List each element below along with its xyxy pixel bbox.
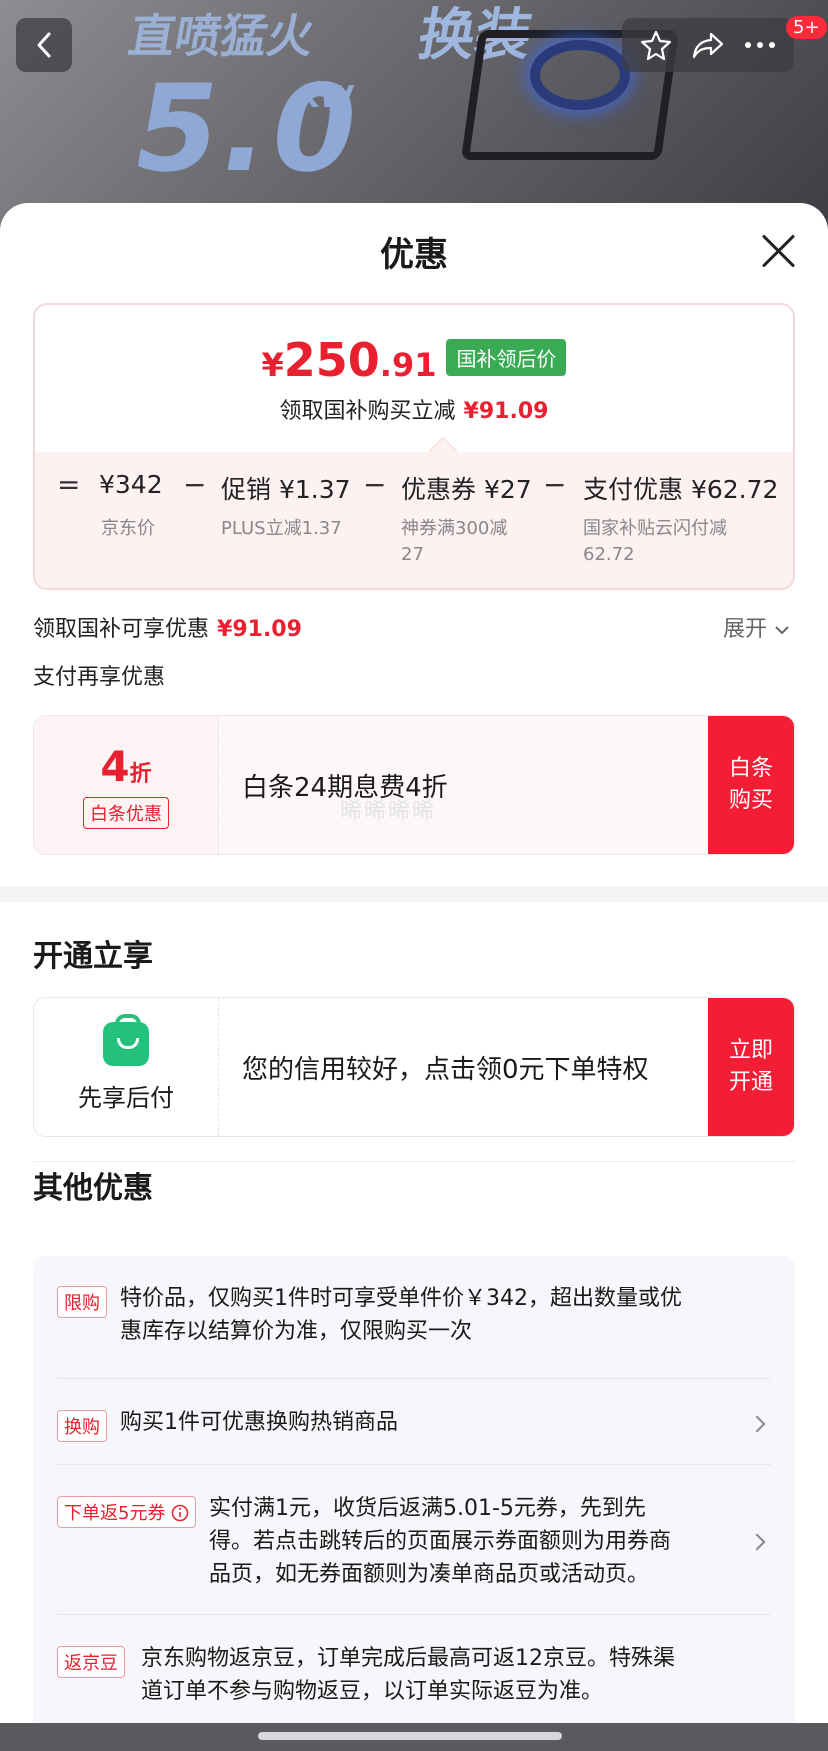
discount-number: 4 [100,741,130,791]
subsidy-price-tag: 国补领后价 [446,339,567,376]
subsidy-reduction-label: 领取国补购买立减 [279,399,456,424]
jd-bean-text-line1: 京东购物返京豆，订单完成后最高可返12京豆。特殊渠 [141,1646,675,1671]
promo-discount-label: PLUS立减1.37 [221,518,342,539]
home-indicator[interactable] [258,1732,562,1740]
jd-bean-text: 京东购物返京豆，订单完成后最高可返12京豆。特殊渠 道订单不参与购物返豆，以订单… [141,1642,675,1708]
coupon-return-text-line3: 品页，如无券面额则为凑单商品页或活动页。 [209,1562,650,1587]
payment-discount-label-line1: 国家补贴云闪付减 [583,518,727,539]
chevron-right-icon [748,1533,766,1551]
pay-later-card: 先享后付 您的信用较好，点击领0元下单特权 立即开通 [33,997,795,1137]
limit-text-line1: 特价品，仅购买1件时可享受单件价￥342，超出数量或优 [120,1286,682,1311]
subsidy-summary-label: 领取国补可享优惠 [33,617,210,642]
pay-section-label: 支付再享优惠 [33,665,166,690]
minus-sign: − [543,468,567,501]
jd-price: ¥342 [99,470,163,499]
stove-flame-image [530,40,630,110]
price-decimal: .91 [379,346,437,384]
price-formula: = ¥342 京东价 − 促销 ¥1.37 PLUS立减1.37 − 优惠券 ¥… [35,452,793,588]
jd-bean-text-line2: 道订单不参与购物返豆，以订单实际返豆为准。 [141,1679,604,1704]
section-separator-band [0,886,828,902]
chevron-down-icon [775,626,789,635]
baitiao-buy-button[interactable]: 白条购买 [708,716,794,854]
coupon-discount-label: 神券满300减 27 [401,516,507,568]
minus-sign: − [183,468,207,501]
coupon-return-text-line2: 得。若点击跳转后的页面展示券面额则为用券商 [209,1529,672,1554]
coupon-discount-label-line1: 神券满300减 [401,518,508,539]
baitiao-desc: 白条24期息费4折 [220,716,710,854]
payment-discount-label: 国家补贴云闪付减 62.72 [583,516,727,568]
open-section-title: 开通立享 [33,939,153,974]
price-integer: 250 [283,333,380,387]
list-item[interactable]: 下单返5元券 实付满1元，收货后返满5.01-5元券，先到先 得。若点击跳转后的… [57,1492,767,1596]
payment-discount-label-line2: 62.72 [583,544,635,565]
expand-label: 展开 [723,617,768,642]
divider [57,1378,771,1379]
share-icon[interactable] [691,30,725,60]
divider [57,1464,771,1465]
baitiao-discount-badge: 4折 白条优惠 [34,716,219,854]
expand-button[interactable]: 展开 [723,611,790,643]
limit-text: 特价品，仅购买1件时可享受单件价￥342，超出数量或优 惠库存以结算价为准，仅限… [120,1282,682,1348]
other-offers-list: 限购 特价品，仅购买1件时可享受单件价￥342，超出数量或优 惠库存以结算价为准… [33,1256,795,1723]
other-section-title: 其他优惠 [33,1171,153,1206]
price-breakdown-card: ¥250.91 国补领后价 领取国补购买立减 ¥91.09 = ¥342 京东价 −… [33,303,795,590]
divider [33,1161,795,1162]
info-icon[interactable] [171,1504,189,1522]
minus-sign: − [363,468,387,501]
activate-button[interactable]: 立即开通 [708,998,794,1136]
promo-discount: 促销 ¥1.37 [221,475,351,504]
discount-unit: 折 [129,761,152,787]
pay-later-label: 先享后付 [78,1083,174,1112]
final-price: ¥250.91 国补领后价 [35,333,793,387]
exchange-text: 购买1件可优惠换购热销商品 [120,1410,398,1435]
limit-text-line2: 惠库存以结算价为准，仅限购买一次 [120,1319,473,1344]
coupon-discount: 优惠券 ¥27 [401,475,532,504]
coupon-return-text-line1: 实付满1元，收货后返满5.01-5元券，先到先 [209,1496,646,1521]
coupon-discount-label-line2: 27 [401,544,424,565]
shopping-bag-icon [103,1013,149,1066]
currency-symbol: ¥ [261,346,284,384]
discount-sheet: 优惠 ¥250.91 国补领后价 领取国补购买立减 ¥91.09 = ¥342 京东… [0,203,828,1723]
baitiao-tag: 白条优惠 [83,796,169,829]
list-item: 限购 特价品，仅购买1件时可享受单件价￥342，超出数量或优 惠库存以结算价为准… [57,1282,767,1352]
payment-discount: 支付优惠 ¥62.72 [583,475,779,504]
subsidy-summary-value: ¥91.09 [217,617,302,642]
promo-headline: 直喷猛火 [124,9,319,63]
divider [57,1614,771,1615]
star-icon[interactable] [640,29,672,61]
coupon-return-tag: 下单返5元券 [57,1496,197,1528]
chevron-right-icon [748,1415,766,1433]
final-price-area: ¥250.91 国补领后价 领取国补购买立减 ¥91.09 [35,305,793,452]
baitiao-offer-card: 4折 白条优惠 白条24期息费4折 白条购买 [33,715,795,855]
list-item: 返京豆 京东购物返京豆，订单完成后最高可返12京豆。特殊渠 道订单不参与购物返豆… [57,1642,767,1712]
pay-later-badge: 先享后付 [34,998,219,1136]
promo-power-unit: kW [296,80,357,115]
more-icon[interactable] [744,40,776,50]
jd-price-label: 京东价 [101,518,155,539]
coupon-return-tag-label: 下单返5元券 [64,1503,166,1524]
subsidy-summary: 领取国补可享优惠 ¥91.09 [33,611,302,643]
exchange-tag: 换购 [57,1410,107,1442]
subsidy-reduction-value: ¥91.09 [463,399,549,424]
baitiao-discount: 4折 [100,742,151,791]
top-actions [622,18,794,72]
pay-later-desc: 您的信用较好，点击领0元下单特权 [242,1054,649,1085]
sheet-title: 优惠 [380,235,448,275]
jd-bean-tag: 返京豆 [57,1646,125,1678]
list-item[interactable]: 换购 购买1件可优惠换购热销商品 [57,1406,767,1446]
chevron-left-icon [37,32,51,58]
watermark: 晞晞晞晞 [340,799,437,824]
coupon-return-text: 实付满1元，收货后返满5.01-5元券，先到先 得。若点击跳转后的页面展示券面额… [209,1492,671,1591]
message-badge: 5+ [786,16,827,39]
back-button[interactable] [16,18,72,72]
equals-sign: = [57,468,81,501]
close-button[interactable] [760,233,796,269]
limit-tag: 限购 [57,1286,107,1318]
subsidy-reduction: 领取国补购买立减 ¥91.09 [35,393,793,425]
